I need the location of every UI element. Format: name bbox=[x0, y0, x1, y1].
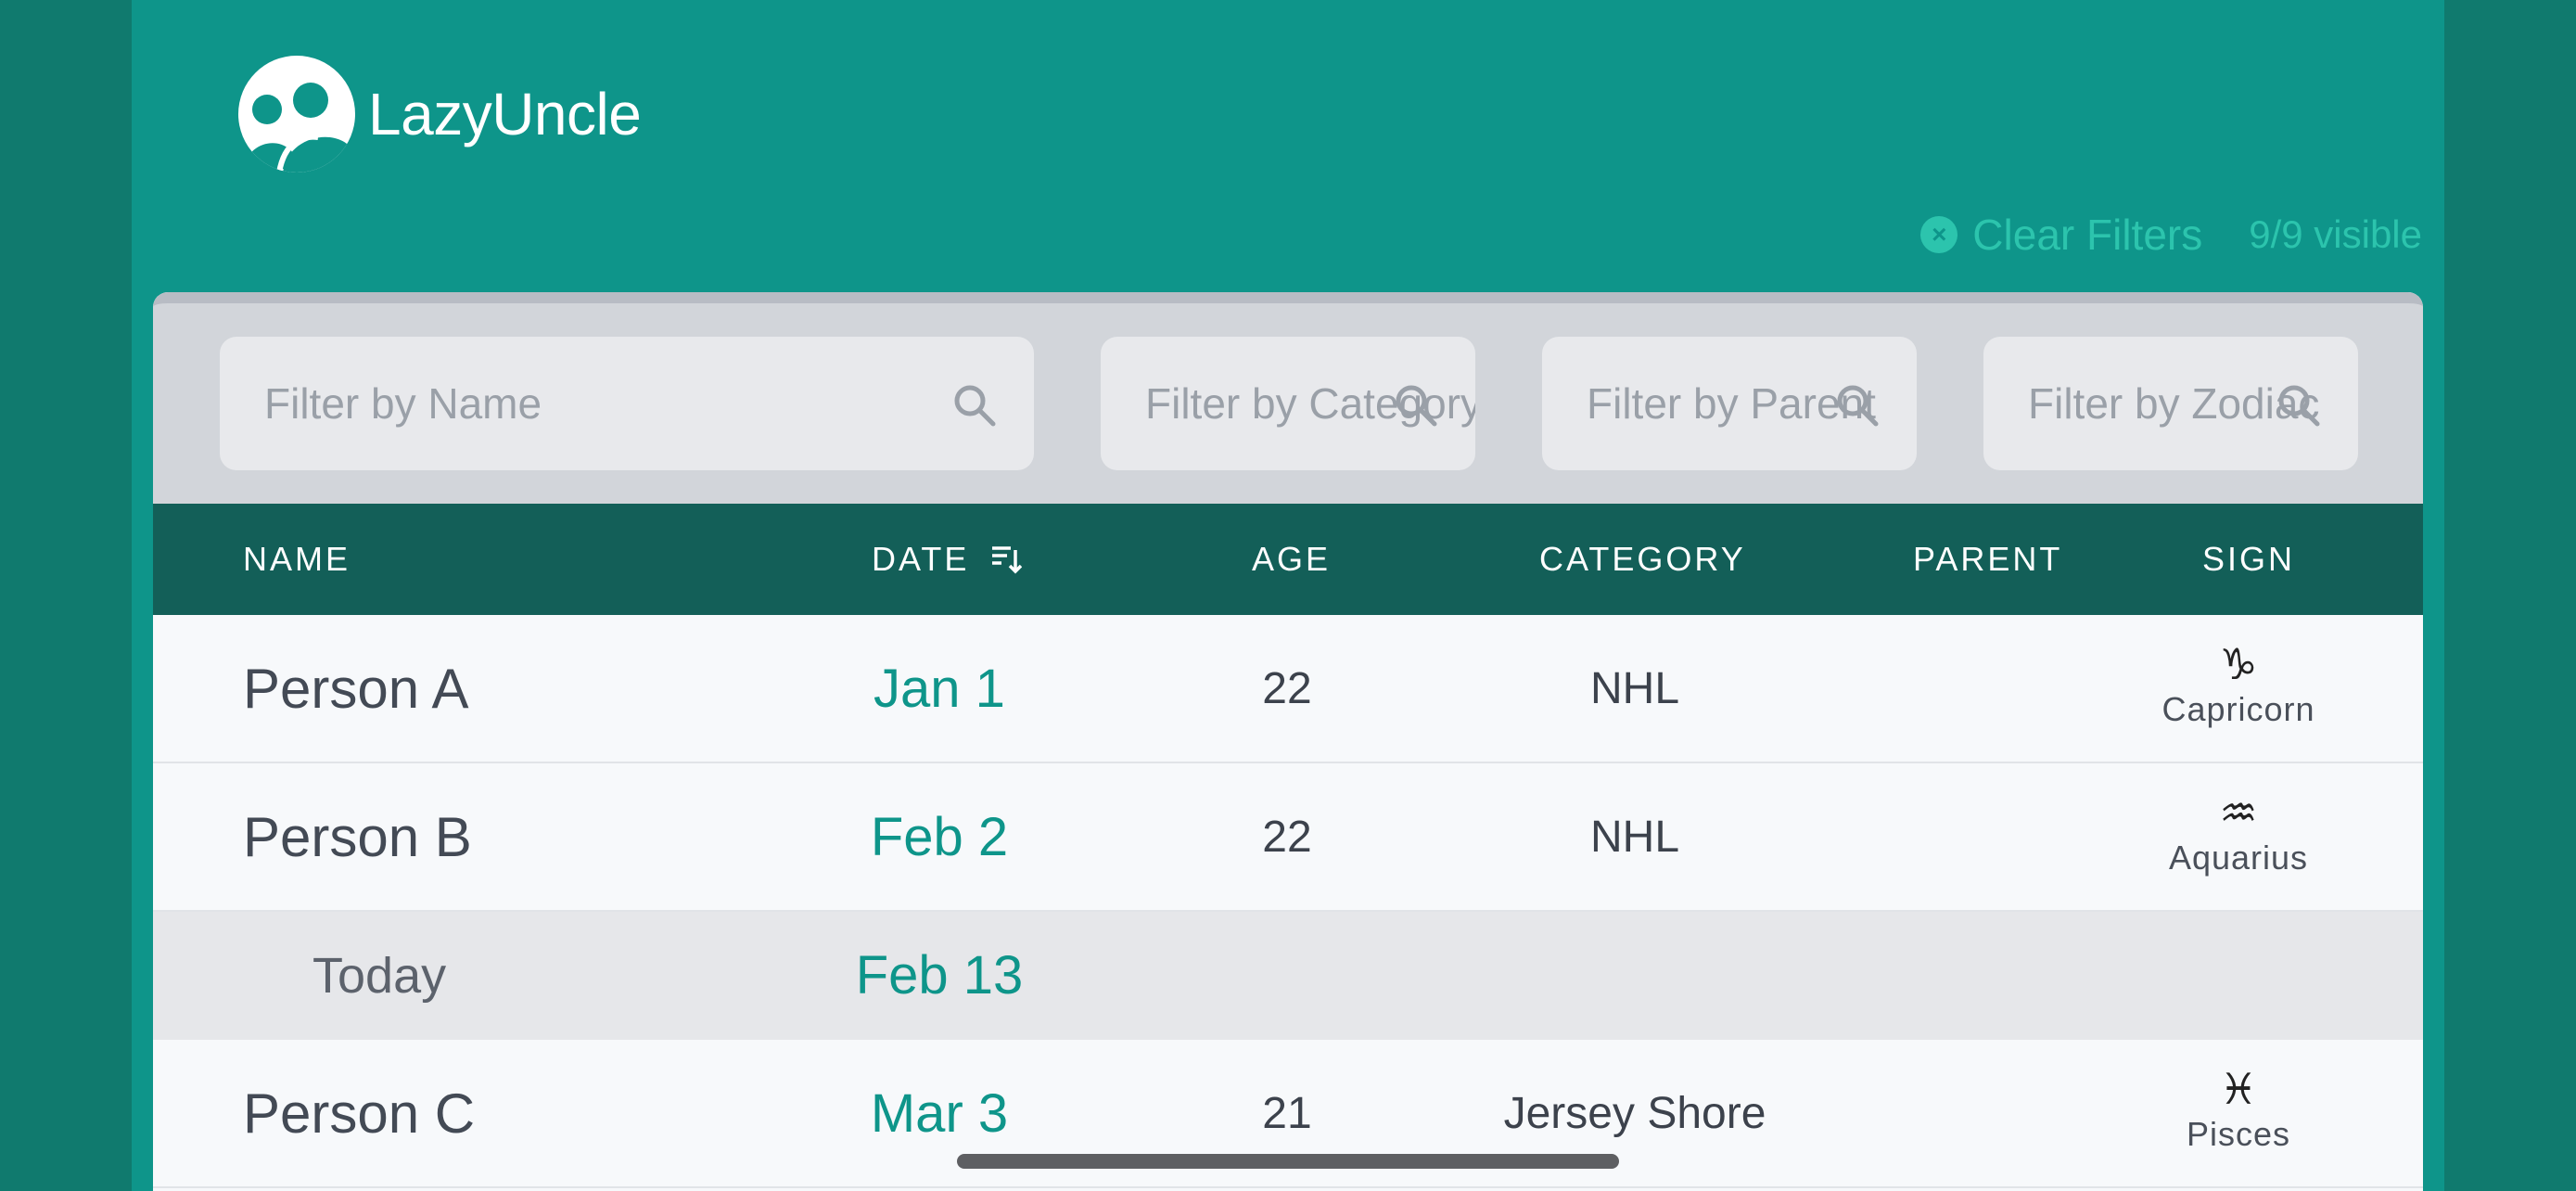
pisces-icon: ♓ bbox=[2219, 1064, 2258, 1114]
filter-bar bbox=[153, 292, 2423, 504]
zodiac-label: Aquarius bbox=[2168, 839, 2309, 877]
person-name: Person A bbox=[243, 658, 469, 720]
search-icon bbox=[2278, 385, 2320, 427]
zodiac-sign: ♒ Aquarius bbox=[2169, 789, 2308, 880]
toolbar: × Clear Filters 9/9 visible bbox=[1920, 210, 2422, 260]
clear-filters-label: Clear Filters bbox=[1972, 211, 2203, 259]
today-marker-row: Today Feb 13 bbox=[153, 912, 2423, 1040]
birthday-table: NAME DATE AGE CATEGORY PARENT SIGN Perso… bbox=[153, 292, 2423, 1191]
person-name: Person C bbox=[243, 1082, 476, 1145]
zodiac-filter[interactable] bbox=[1983, 337, 2358, 470]
column-header-parent[interactable]: PARENT bbox=[1913, 504, 2062, 615]
search-icon bbox=[1396, 385, 1437, 427]
name-filter-input[interactable] bbox=[220, 337, 1034, 470]
person-age: 22 bbox=[1262, 664, 1312, 713]
clear-circle-icon: × bbox=[1920, 216, 1958, 253]
sort-descending-icon bbox=[992, 546, 1023, 574]
brand[interactable]: LazyUncle bbox=[238, 56, 642, 173]
column-header-name[interactable]: NAME bbox=[243, 504, 351, 615]
column-header-sign[interactable]: SIGN bbox=[2202, 504, 2295, 615]
table-header: NAME DATE AGE CATEGORY PARENT SIGN bbox=[153, 504, 2423, 615]
zodiac-sign: ♑ Capricorn bbox=[2162, 641, 2315, 732]
capricorn-icon: ♑ bbox=[2219, 639, 2258, 689]
app-window: LazyUncle × Clear Filters 9/9 visible Fi… bbox=[132, 0, 2444, 1191]
search-icon bbox=[954, 385, 996, 427]
category-filter[interactable] bbox=[1101, 337, 1475, 470]
name-filter[interactable] bbox=[220, 337, 1034, 470]
visible-count: 9/9 visible bbox=[2249, 212, 2422, 256]
table-row[interactable]: Person B Feb 2 22 NHL ♒ Aquarius bbox=[153, 763, 2423, 912]
column-header-age[interactable]: AGE bbox=[1252, 504, 1331, 615]
zodiac-label: Pisces bbox=[2186, 1115, 2291, 1153]
birthday-date: Jan 1 bbox=[874, 659, 1005, 719]
zodiac-label: Capricorn bbox=[2162, 690, 2315, 728]
today-label: Today bbox=[312, 948, 447, 1004]
person-age: 22 bbox=[1262, 813, 1312, 862]
table-row[interactable]: Person A Jan 1 22 NHL ♑ Capricorn bbox=[153, 615, 2423, 763]
clear-filters-button[interactable]: × Clear Filters bbox=[1920, 210, 2202, 260]
birthday-date: Feb 2 bbox=[870, 807, 1009, 867]
person-category: NHL bbox=[1589, 664, 1680, 713]
parent-filter[interactable] bbox=[1542, 337, 1917, 470]
home-indicator[interactable] bbox=[957, 1154, 1619, 1169]
search-icon bbox=[1837, 385, 1879, 427]
column-header-date[interactable]: DATE bbox=[872, 504, 1023, 615]
people-icon bbox=[238, 56, 355, 173]
person-name: Person B bbox=[243, 806, 472, 868]
zodiac-sign: ♓ Pisces bbox=[2187, 1066, 2290, 1157]
app-title: LazyUncle bbox=[368, 81, 642, 147]
column-header-category[interactable]: CATEGORY bbox=[1539, 504, 1746, 615]
aquarius-icon: ♒ bbox=[2219, 788, 2258, 838]
person-category: NHL bbox=[1589, 813, 1680, 862]
today-date: Feb 13 bbox=[855, 945, 1024, 1005]
column-header-date-label: DATE bbox=[872, 540, 970, 578]
